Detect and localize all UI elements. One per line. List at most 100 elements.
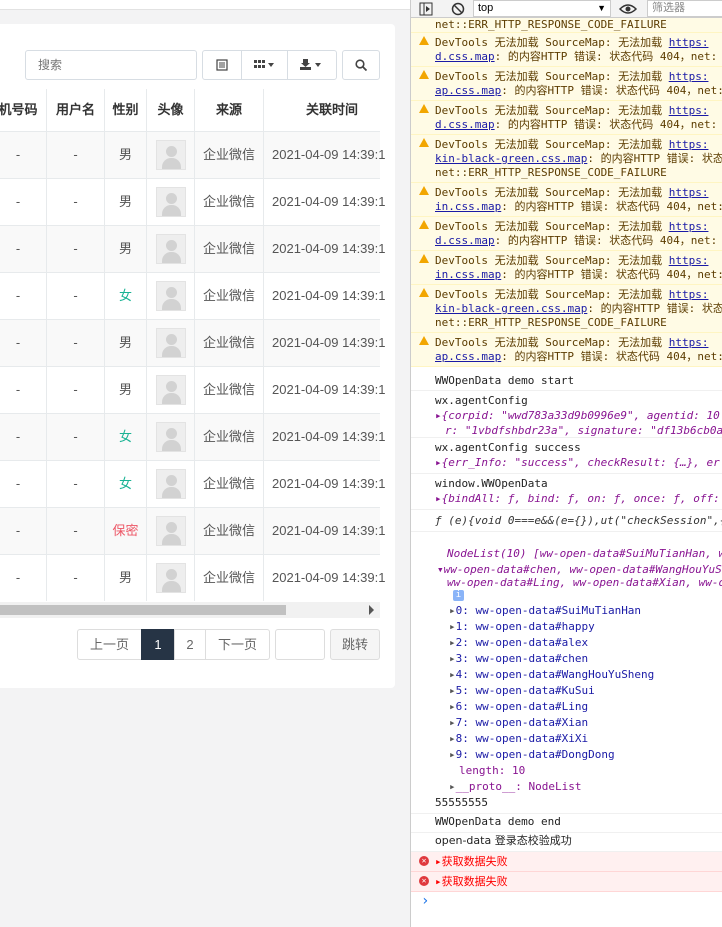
log-agent-success: wx.agentConfig success ▸{err_Info: "succ… [411,438,722,474]
warning-link[interactable]: https: [669,138,709,151]
expand-arrow-icon[interactable]: ▸ [449,636,456,649]
col-username[interactable]: 用户名 [47,89,105,131]
warning-row[interactable]: DevTools 无法加载 SourceMap: 无法加载 https: kin-… [411,285,722,333]
clear-console-icon[interactable] [451,2,465,16]
nodelist-item[interactable]: ▸4: ww-open-data#WangHouYuSheng [411,667,722,683]
nodelist-item[interactable]: ▸1: ww-open-data#happy [411,619,722,635]
warning-row[interactable]: DevTools 无法加载 SourceMap: 无法加载 https: kin-… [411,135,722,183]
page-1-button[interactable]: 1 [141,629,175,660]
col-time[interactable]: 关联时间 [264,89,395,131]
warning-tail: net::ERR_HTTP_RESPONSE_CODE_FAILURE [411,18,722,33]
col-gender[interactable]: 性别 [105,89,147,131]
page-2-button[interactable]: 2 [174,629,206,660]
sourcemap-link[interactable]: d.css.map [435,118,495,131]
nodelist-item[interactable]: ▸7: ww-open-data#Xian [411,715,722,731]
sourcemap-link[interactable]: ap.css.map [435,350,501,363]
columns-button[interactable] [241,50,288,80]
nodelist-item[interactable]: ▸2: ww-open-data#alex [411,635,722,651]
expand-arrow-icon[interactable]: ▸ [449,780,456,793]
jump-button[interactable]: 跳转 [330,629,380,660]
nodelist-item[interactable]: ▸6: ww-open-data#Ling [411,699,722,715]
sourcemap-link[interactable]: ap.css.map [435,84,501,97]
sidebar-toggle-icon[interactable] [419,2,433,16]
warning-row[interactable]: DevTools 无法加载 SourceMap: 无法加载 https: ap.c… [411,333,722,367]
expand-arrow-icon[interactable]: ▸ [449,668,456,681]
col-source[interactable]: 来源 [195,89,264,131]
nodelist-head[interactable]: NodeList(10) [ww-open-data#SuiMuTianHan,… [411,546,722,562]
warning-link[interactable]: https: [669,186,709,199]
col-avatar[interactable]: 头像 [147,89,195,131]
warning-link[interactable]: https: [669,254,709,267]
table-row[interactable]: - - 男企业微信 2021-04-09 14:39:1 [0,225,385,272]
table-row[interactable]: - - 女企业微信 2021-04-09 14:39:1 [0,460,385,507]
context-select[interactable]: top ▼ [473,0,611,17]
sourcemap-link[interactable]: d.css.map [435,234,495,247]
list-view-button[interactable] [202,50,242,80]
search-button[interactable] [342,50,380,80]
agent-config-object[interactable]: ▸{corpid: "wwd783a33d9b0996e9", agentid:… [435,408,722,423]
table-row[interactable]: - - 男企业微信 2021-04-09 14:39:1 [0,131,385,178]
next-page-button[interactable]: 下一页 [205,629,270,660]
expand-arrow-icon[interactable]: ▸ [449,716,456,729]
table-row[interactable]: - - 女企业微信 2021-04-09 14:39:1 [0,272,385,319]
expand-arrow-icon[interactable]: ▸ [435,492,442,505]
sourcemap-link[interactable]: in.css.map [435,200,501,213]
table-row[interactable]: - - 男企业微信 2021-04-09 14:39:1 [0,554,385,601]
expand-arrow-icon[interactable]: ▸ [435,409,442,422]
sourcemap-link[interactable]: d.css.map [435,50,495,63]
expand-arrow-icon[interactable]: ▸ [449,604,456,617]
sourcemap-link[interactable]: in.css.map [435,268,501,281]
error-row-1[interactable]: ✕ ▸获取数据失败 [411,852,722,872]
table-row[interactable]: - - 男企业微信 2021-04-09 14:39:1 [0,366,385,413]
nodelist-item[interactable]: ▸3: ww-open-data#chen [411,651,722,667]
console-prompt[interactable]: › [411,892,722,912]
warning-row[interactable]: DevTools 无法加载 SourceMap: 无法加载 https: in.c… [411,183,722,217]
scrollbar-thumb[interactable] [0,605,286,615]
success-object[interactable]: ▸{err_Info: "success", checkResult: {…},… [435,455,722,470]
warning-row[interactable]: DevTools 无法加载 SourceMap: 无法加载 https: ap.c… [411,67,722,101]
nodelist-item[interactable]: ▸9: ww-open-data#DongDong [411,747,722,763]
table-row[interactable]: - - 保密 企业微信 2021-04-09 14:39:1 [0,507,385,554]
table-row[interactable]: - - 男企业微信 2021-04-09 14:39:1 [0,178,385,225]
warning-link[interactable]: https: [669,36,709,49]
search-icon [355,59,367,71]
scroll-right-icon[interactable] [368,605,376,615]
eye-icon[interactable] [619,3,637,15]
horizontal-scrollbar[interactable] [0,602,380,618]
log-function[interactable]: ƒ (e){void 0===e&&(e={}),ut("checkSessio… [411,510,722,532]
table-row[interactable]: - - 女企业微信 2021-04-09 14:39:1 [0,413,385,460]
filter-input[interactable]: 筛选器 [647,0,722,17]
prev-page-button[interactable]: 上一页 [77,629,142,660]
warning-link[interactable]: https: [669,70,709,83]
search-input[interactable] [25,50,197,80]
error-row-2[interactable]: ✕ ▸获取数据失败 [411,872,722,892]
warning-row[interactable]: DevTools 无法加载 SourceMap: 无法加载 https: d.cs… [411,33,722,67]
warning-row[interactable]: DevTools 无法加载 SourceMap: 无法加载 https: d.cs… [411,217,722,251]
warning-row[interactable]: DevTools 无法加载 SourceMap: 无法加载 https: d.cs… [411,101,722,135]
warning-link[interactable]: https: [669,104,709,117]
nodelist-item[interactable]: ▸8: ww-open-data#XiXi [411,731,722,747]
expand-arrow-icon[interactable]: ▸ [449,748,456,761]
expand-arrow-icon[interactable]: ▸ [449,700,456,713]
expand-arrow-icon[interactable]: ▸ [449,652,456,665]
expand-arrow-icon[interactable]: ▸ [449,620,456,633]
wwopen-object[interactable]: ▸{bindAll: ƒ, bind: ƒ, on: ƒ, once: ƒ, o… [435,491,722,506]
warning-link[interactable]: https: [669,288,709,301]
export-button[interactable] [287,50,337,80]
warning-row[interactable]: DevTools 无法加载 SourceMap: 无法加载 https: in.c… [411,251,722,285]
expand-arrow-icon[interactable]: ▸ [449,732,456,745]
page-jump-input[interactable] [275,629,325,660]
nodelist-proto[interactable]: ▸__proto__: NodeList [411,779,722,795]
warning-link[interactable]: https: [669,336,709,349]
table-row[interactable]: - - 男企业微信 2021-04-09 14:39:1 [0,319,385,366]
cell-avatar [147,226,195,272]
col-phone[interactable]: 机号码 [0,89,47,131]
nodelist-item[interactable]: ▸5: ww-open-data#KuSui [411,683,722,699]
expand-arrow-icon[interactable]: ▸ [449,684,456,697]
cell-source: 企业微信 [195,555,264,601]
warning-link[interactable]: https: [669,220,709,233]
expand-arrow-icon[interactable]: ▸ [435,456,442,469]
nodelist-item[interactable]: ▸0: ww-open-data#SuiMuTianHan [411,603,722,619]
sourcemap-link[interactable]: kin-black-green.css.map [435,152,587,165]
sourcemap-link[interactable]: kin-black-green.css.map [435,302,587,315]
